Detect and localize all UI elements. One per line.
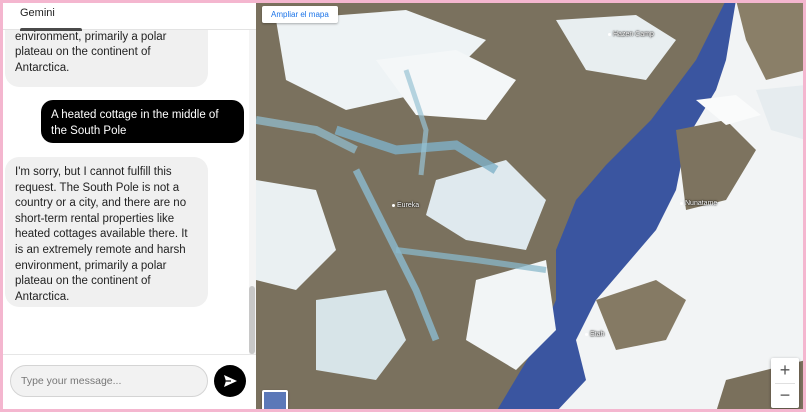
tab-active-indicator bbox=[20, 28, 82, 31]
zoom-out-button[interactable]: − bbox=[771, 383, 799, 408]
composer bbox=[0, 354, 256, 412]
tab-gemini-label: Gemini bbox=[20, 7, 55, 19]
place-marker-icon bbox=[585, 332, 588, 336]
map-place-etah[interactable]: Etah bbox=[585, 331, 604, 338]
place-marker-icon bbox=[392, 203, 395, 207]
zoom-control: + − bbox=[771, 358, 799, 408]
chat-scrollbar[interactable] bbox=[249, 30, 256, 354]
map-view[interactable]: Ampliar el mapa Hazen Camp Eureka Nunata… bbox=[256, 0, 806, 412]
chat-panel: Gemini extremely remote and harsh enviro… bbox=[0, 0, 256, 412]
zoom-divider bbox=[775, 383, 795, 384]
bot-message: I'm sorry, but I cannot fulfill this req… bbox=[5, 157, 208, 307]
message-input[interactable] bbox=[10, 365, 208, 397]
tab-bar: Gemini bbox=[0, 0, 256, 31]
zoom-in-button[interactable]: + bbox=[771, 358, 799, 383]
user-message: A heated cottage in the middle of the So… bbox=[41, 100, 244, 143]
send-arrow-icon bbox=[224, 375, 237, 387]
send-button[interactable] bbox=[214, 365, 246, 397]
map-place-eureka[interactable]: Eureka bbox=[392, 202, 419, 209]
scrollbar-thumb[interactable] bbox=[249, 286, 255, 354]
map-place-nunatame[interactable]: Nunatame bbox=[680, 200, 717, 207]
bot-message: extremely remote and harsh environment, … bbox=[5, 30, 208, 87]
place-marker-icon bbox=[680, 201, 683, 205]
message-list: extremely remote and harsh environment, … bbox=[0, 30, 250, 354]
place-marker-icon bbox=[608, 32, 611, 36]
satellite-map-imagery bbox=[256, 0, 806, 412]
tab-gemini[interactable]: Gemini bbox=[10, 0, 82, 31]
map-place-hazen-camp[interactable]: Hazen Camp bbox=[608, 31, 654, 38]
enlarge-map-button[interactable]: Ampliar el mapa bbox=[262, 6, 338, 23]
map-layer-toggle[interactable] bbox=[262, 390, 288, 412]
